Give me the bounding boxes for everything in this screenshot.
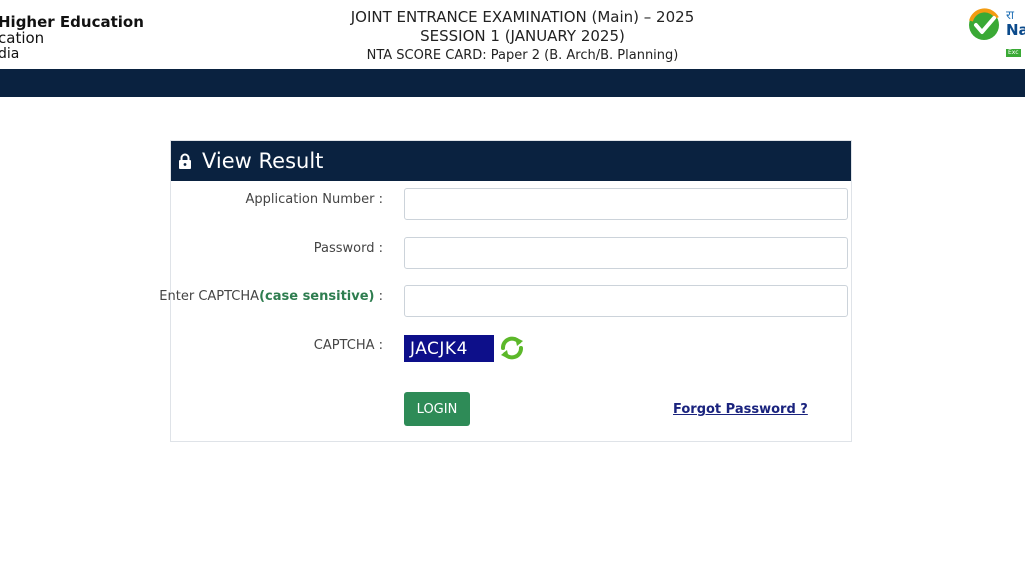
captcha-image: JACJK4 [404, 335, 494, 362]
exam-title: JOINT ENTRANCE EXAMINATION (Main) – 2025… [0, 8, 1025, 65]
password-input[interactable] [404, 237, 848, 269]
exam-title-line-2: SESSION 1 (JANUARY 2025) [420, 27, 625, 45]
password-label: Password : [313, 241, 383, 256]
panel-header: View Result [171, 141, 851, 181]
forgot-password-link[interactable]: Forgot Password ? [673, 402, 808, 417]
nta-logo-text: रा Na Exc [1006, 8, 1025, 58]
exam-title-line-3: NTA SCORE CARD: Paper 2 (B. Arch/B. Plan… [366, 48, 679, 63]
captcha-input[interactable] [404, 285, 848, 317]
logo-hindi-text: रा [1006, 8, 1015, 22]
application-number-input[interactable] [404, 188, 848, 220]
exam-title-line-1: JOINT ENTRANCE EXAMINATION (Main) – 2025 [350, 8, 695, 26]
checkmark-logo-icon [969, 8, 999, 40]
case-sensitive-hint: (case sensitive) [259, 289, 375, 304]
login-button[interactable]: LOGIN [404, 392, 470, 426]
view-result-panel: View Result Application Number : Passwor… [159, 140, 852, 442]
captcha-input-label-text: Enter CAPTCHA [159, 289, 260, 304]
refresh-icon[interactable] [498, 334, 526, 362]
captcha-input-label: Enter CAPTCHA(case sensitive) : [159, 289, 383, 304]
navigation-bar [0, 69, 1025, 97]
application-number-label: Application Number : [245, 192, 383, 207]
captcha-input-label-colon: : [374, 289, 383, 304]
captcha-label: CAPTCHA : [313, 338, 383, 353]
lock-icon [179, 153, 191, 169]
logo-tagline: Exc [1006, 49, 1021, 57]
logo-name-text: Na [1006, 21, 1025, 39]
panel-title: View Result [202, 149, 324, 173]
site-header: Higher Education cation dia JOINT ENTRAN… [0, 0, 1025, 69]
